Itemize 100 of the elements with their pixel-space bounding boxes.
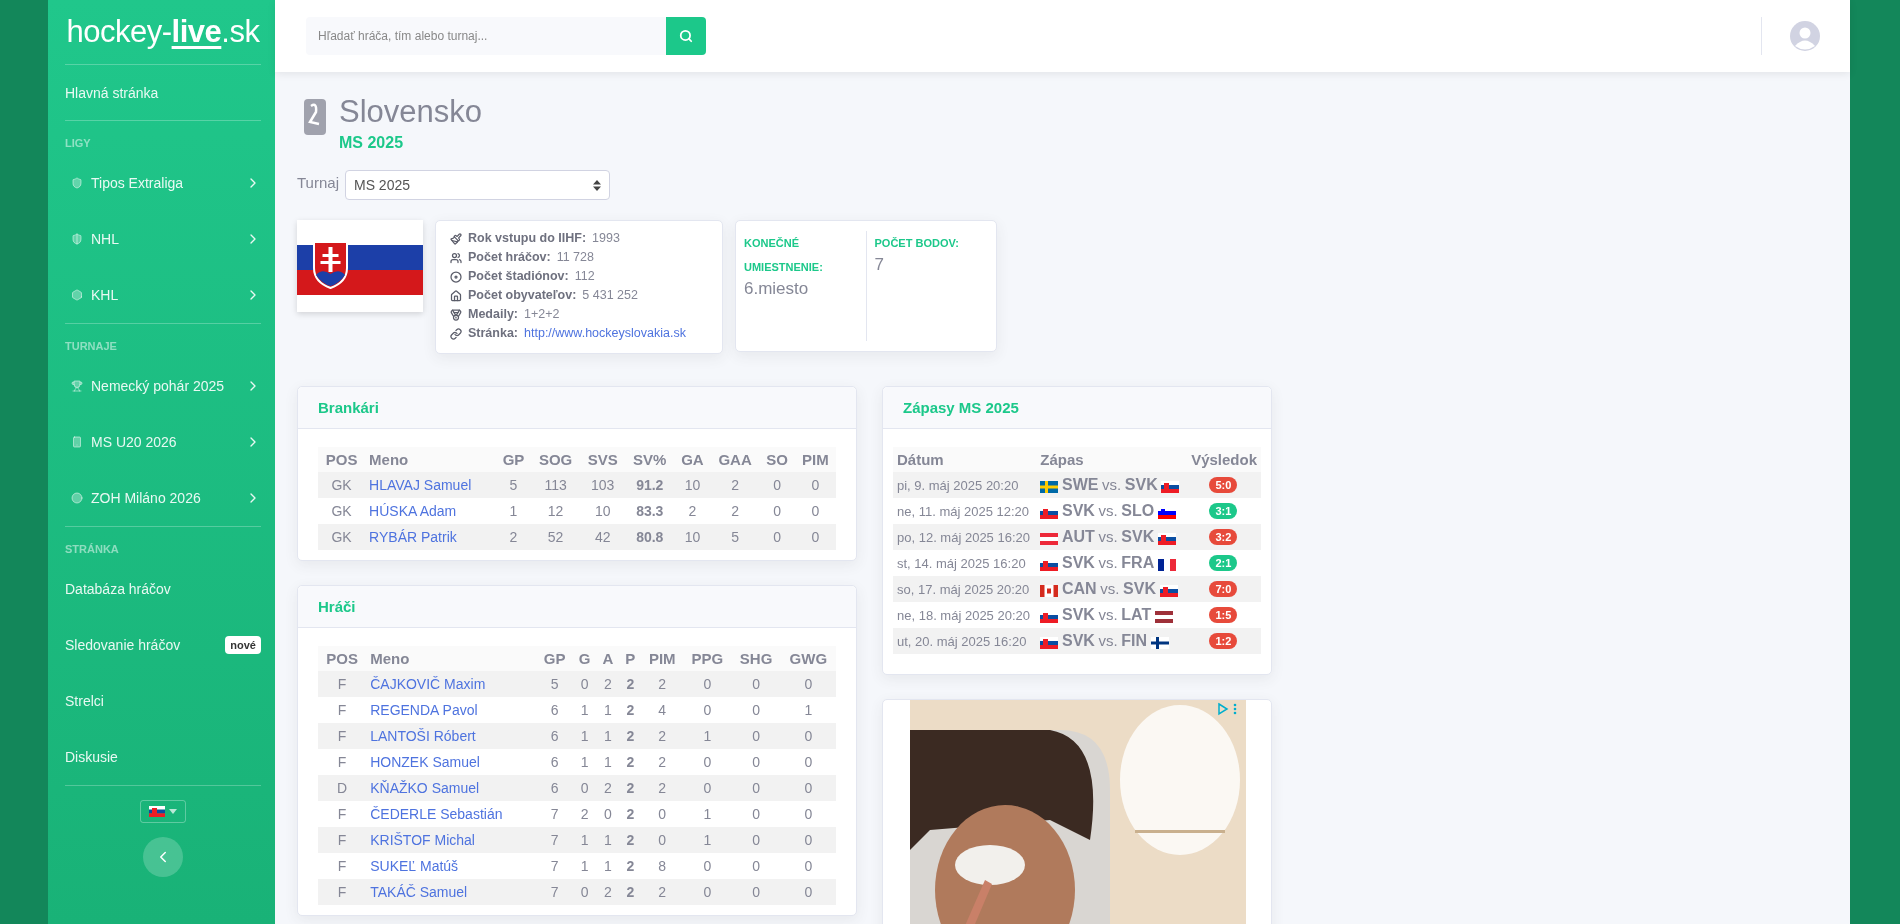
player-link[interactable]: HÚSKA Adam (369, 503, 457, 519)
versus-text: vs. (1098, 632, 1118, 649)
nav-link[interactable]: Hlavná stránka (65, 65, 261, 120)
website-link[interactable]: http://www.hockeyslovakia.sk (524, 324, 686, 343)
table-cell: 2 (641, 671, 684, 697)
nav-link[interactable]: Diskusie (65, 729, 261, 785)
table-cell: 2 (674, 498, 711, 524)
nav-link[interactable]: Strelci (65, 673, 261, 729)
table-cell: 0 (683, 879, 732, 905)
collapse-button[interactable] (143, 837, 183, 877)
league-icon (71, 177, 83, 189)
table-cell: 2 (641, 749, 684, 775)
nav-link[interactable]: MS U20 2026 (65, 414, 261, 470)
avatar-icon[interactable] (1790, 21, 1820, 51)
nav-link[interactable]: Sledovanie hráčov nové (65, 617, 261, 673)
column-header: POS (318, 646, 367, 671)
table-cell: 0 (683, 697, 732, 723)
table-cell: 1 (780, 697, 836, 723)
search-field[interactable]: Hľadať hráča, tím alebo turnaj... (306, 17, 666, 55)
table-cell: 1 (596, 723, 620, 749)
column-header: SHG (731, 646, 781, 671)
column-header: G (572, 646, 597, 671)
table-cell: 0 (780, 671, 836, 697)
player-link[interactable]: HONZEK Samuel (370, 754, 480, 770)
score-badge[interactable]: 1:2 (1209, 633, 1238, 649)
team-code: SWE (1062, 476, 1099, 493)
table-cell: 2 (710, 472, 760, 498)
table-cell: 113 (531, 472, 581, 498)
column-header: A (596, 646, 620, 671)
nav-link[interactable]: NHL (65, 211, 261, 267)
info-label: Rok vstupu do IIHF: (468, 230, 587, 247)
nav-link[interactable]: Databáza hráčov (65, 561, 261, 617)
player-link[interactable]: KRIŠTOF Michal (370, 832, 475, 848)
match-date: ne, 18. máj 2025 20:20 (893, 602, 1037, 628)
table-cell: 0 (780, 879, 836, 905)
table-cell: 6 (536, 775, 573, 801)
match-date: ne, 11. máj 2025 12:20 (893, 498, 1037, 524)
table-cell: 12 (531, 498, 581, 524)
player-link[interactable]: TAKÁČ Samuel (370, 884, 468, 900)
table-cell: 0 (780, 827, 836, 853)
score-badge[interactable]: 7:0 (1209, 581, 1238, 597)
team-code: SVK (1123, 580, 1156, 597)
table-cell: 8 (641, 853, 684, 879)
team-code: CAN (1062, 580, 1097, 597)
table-cell: 7 (536, 801, 573, 827)
score-badge[interactable]: 5:0 (1209, 477, 1238, 493)
table-cell: 0 (759, 472, 795, 498)
stat-value: 7 (874, 255, 885, 275)
ad-choices-icon[interactable] (1217, 702, 1239, 716)
table-cell: 0 (731, 697, 781, 723)
stat-label: POČET BODOV: (874, 236, 960, 251)
team-code: SLO (1121, 502, 1155, 519)
team-code: SVK (1121, 528, 1155, 545)
table-cell: 5 (495, 472, 532, 498)
nav-link[interactable]: Tipos Extraliga (65, 155, 261, 211)
stat-value: 6.miesto (744, 279, 810, 299)
table-cell: 42 (580, 524, 626, 550)
player-link[interactable]: LANTOŠI Róbert (370, 728, 476, 744)
table-cell: GK (318, 524, 366, 550)
table-cell: 0 (683, 853, 732, 879)
table-cell: 0 (572, 879, 597, 905)
player-link[interactable]: ČAJKOVIČ Maxim (370, 676, 486, 692)
versus-text: vs. (1098, 502, 1118, 519)
info-value: 5 431 252 (582, 287, 638, 304)
column-header: Výsledok (1185, 447, 1261, 472)
info-label: Medaily: (468, 306, 518, 323)
table-cell: 0 (794, 498, 836, 524)
nav-link[interactable]: KHL (65, 267, 261, 323)
table-cell: 0 (731, 853, 781, 879)
column-header: P (619, 646, 642, 671)
match-date: pi, 9. máj 2025 20:20 (893, 472, 1037, 498)
table-cell: 1 (596, 853, 620, 879)
table-cell: 2 (572, 801, 597, 827)
player-link[interactable]: ČEDERLE Sebastián (370, 806, 503, 822)
player-link[interactable]: RYBÁR Patrik (369, 529, 457, 545)
table-cell: 2 (619, 801, 642, 827)
table-cell: GK (318, 498, 366, 524)
column-header: GP (536, 646, 573, 671)
site-logo[interactable]: hockey-live.sk (65, 0, 261, 64)
table-cell: 0 (794, 524, 836, 550)
info-label: Stránka: (468, 325, 519, 342)
score-badge[interactable]: 3:2 (1209, 529, 1238, 545)
table-cell: 0 (780, 723, 836, 749)
language-select[interactable] (140, 800, 186, 823)
score-badge[interactable]: 1:5 (1209, 607, 1238, 623)
column-header: Zápas (1036, 447, 1186, 472)
score-badge[interactable]: 3:1 (1209, 503, 1238, 519)
player-link[interactable]: HLAVAJ Samuel (369, 477, 472, 493)
nav-link[interactable]: Nemecký pohár 2025 (65, 358, 261, 414)
select-label: Turnaj (297, 174, 339, 191)
team-code: AUT (1062, 528, 1095, 545)
column-header: GWG (780, 646, 836, 671)
nav-link[interactable]: ZOH Miláno 2026 (65, 470, 261, 526)
search-button[interactable] (666, 17, 706, 55)
table-cell: 2 (619, 671, 642, 697)
score-badge[interactable]: 2:1 (1209, 555, 1238, 571)
player-link[interactable]: REGENDA Pavol (370, 702, 478, 718)
player-link[interactable]: SUKEĽ Matúš (370, 858, 459, 874)
tournament-select[interactable]: MS 2025 (344, 170, 610, 200)
player-link[interactable]: KŇAŽKO Samuel (370, 780, 480, 796)
